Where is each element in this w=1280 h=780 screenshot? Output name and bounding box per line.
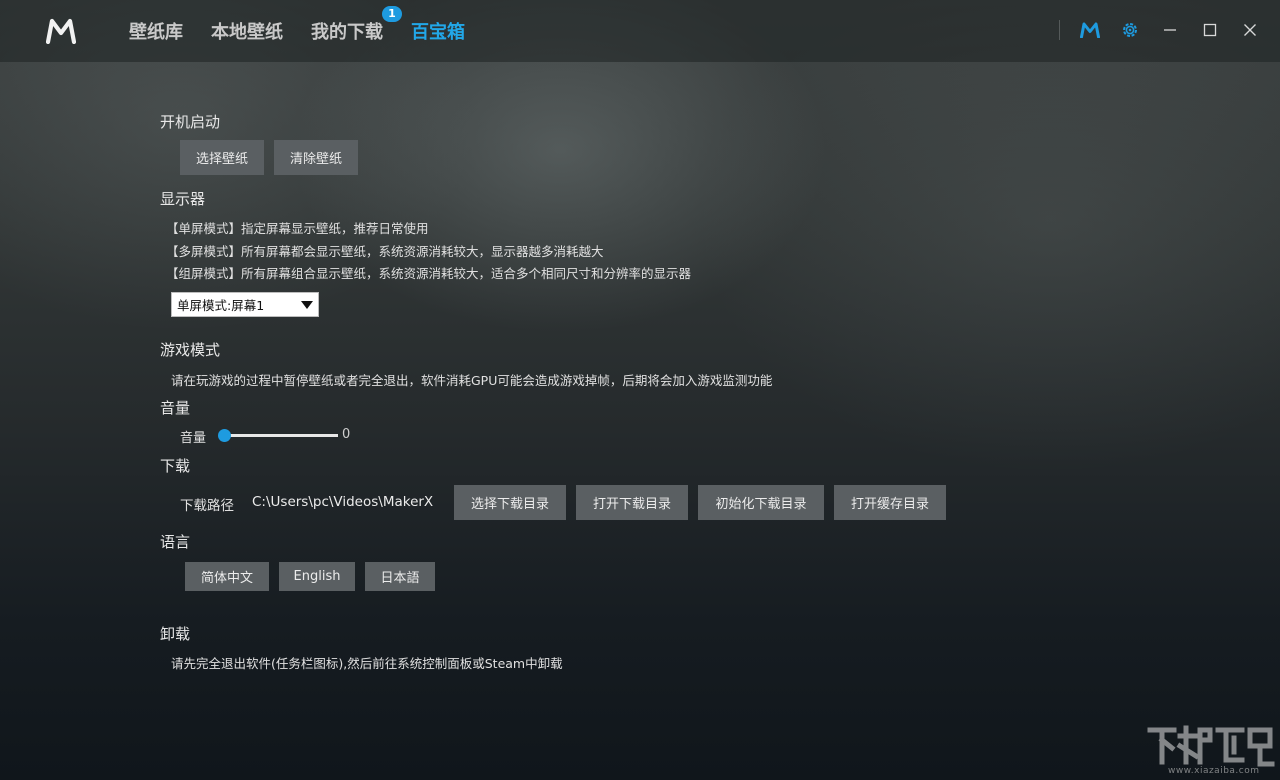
m-brand-icon[interactable] [1080,20,1100,40]
display-mode-group-desc: 【组屏模式】所有屏幕组合显示壁纸，系统资源消耗较大，适合多个相同尺寸和分辨率的显… [166,266,692,281]
app-logo-icon[interactable] [46,18,76,44]
section-title-volume: 音量 [160,399,191,417]
display-mode-select[interactable]: 单屏模式:屏幕1 [171,292,319,317]
volume-slider-handle[interactable] [218,429,231,442]
section-title-uninstall: 卸载 [160,625,191,643]
nav-tab-toolbox[interactable]: 百宝箱 [411,18,465,44]
nav-tab-local-wallpaper[interactable]: 本地壁纸 [211,18,283,44]
dropdown-arrow-icon [301,301,313,309]
uninstall-desc: 请先完全退出软件(任务栏图标),然后前往系统控制面板或Steam中卸载 [171,656,563,671]
nav-tab-label: 本地壁纸 [211,22,283,43]
download-path-value: C:\Users\pc\Videos\MakerX [252,494,434,510]
download-path-label: 下载路径 [180,498,234,514]
nav-tab-wallpaper-library[interactable]: 壁纸库 [129,18,183,44]
language-en-button[interactable]: English [279,562,355,591]
display-mode-single-desc: 【单屏模式】指定屏幕显示壁纸，推荐日常使用 [166,221,429,236]
volume-slider[interactable] [218,429,338,442]
choose-download-dir-button[interactable]: 选择下载目录 [454,485,566,520]
watermark-url: www.xiazaiba.com [1168,766,1260,776]
nav-tab-label: 壁纸库 [129,22,183,43]
language-ja-button[interactable]: 日本語 [365,562,435,591]
title-bar: 壁纸库 本地壁纸 我的下载 1 百宝箱 [0,0,1280,62]
language-zh-button[interactable]: 简体中文 [185,562,269,591]
display-mode-selected-value: 单屏模式:屏幕1 [177,298,265,313]
display-mode-multi-desc: 【多屏模式】所有屏幕都会显示壁纸，系统资源消耗较大，显示器越多消耗越大 [166,244,604,259]
reset-download-dir-button[interactable]: 初始化下载目录 [698,485,824,520]
close-icon[interactable] [1240,20,1260,40]
clear-wallpaper-button[interactable]: 清除壁纸 [274,140,358,175]
gear-icon[interactable] [1120,20,1140,40]
titlebar-divider [1059,20,1060,40]
section-title-display: 显示器 [160,190,206,208]
nav-tab-label: 百宝箱 [411,22,465,43]
volume-label: 音量 [180,431,207,446]
download-count-badge: 1 [382,6,402,22]
select-wallpaper-button[interactable]: 选择壁纸 [180,140,264,175]
section-title-game-mode: 游戏模式 [160,341,221,359]
volume-value: 0 [342,427,351,442]
main-nav: 壁纸库 本地壁纸 我的下载 1 百宝箱 [129,0,493,62]
nav-tab-my-downloads[interactable]: 我的下载 1 [311,6,402,44]
game-mode-desc: 请在玩游戏的过程中暂停壁纸或者完全退出，软件消耗GPU可能会造成游戏掉帧，后期将… [171,373,773,388]
open-cache-dir-button[interactable]: 打开缓存目录 [834,485,946,520]
minimize-icon[interactable] [1160,20,1180,40]
section-title-download: 下载 [160,457,191,475]
section-title-language: 语言 [160,533,191,551]
open-download-dir-button[interactable]: 打开下载目录 [576,485,688,520]
section-title-startup: 开机启动 [160,113,221,131]
nav-tab-label: 我的下载 [311,22,383,43]
maximize-icon[interactable] [1200,20,1220,40]
